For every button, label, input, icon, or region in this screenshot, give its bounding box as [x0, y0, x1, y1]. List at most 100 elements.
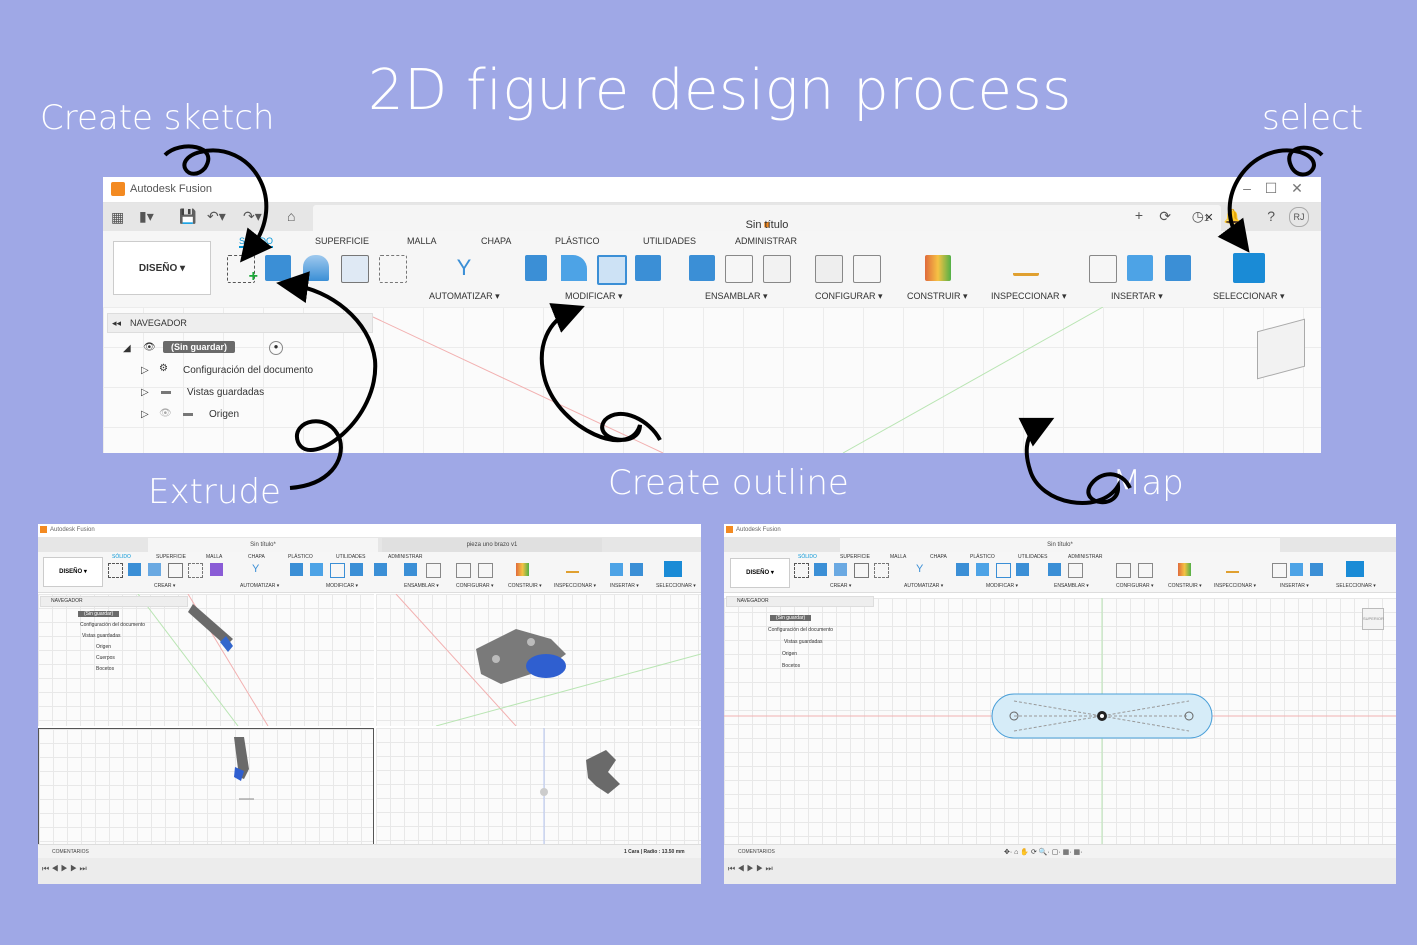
navigator-header[interactable]: ◂◂ NAVEGADOR	[107, 313, 373, 333]
fillet-icon[interactable]	[310, 563, 323, 576]
maximize-icon[interactable]: ☐	[1261, 180, 1281, 197]
navigator-header[interactable]: NAVEGADOR	[726, 596, 874, 607]
tab-mesh[interactable]: MALLA	[407, 236, 437, 246]
notifications-icon[interactable]: 🔔	[1224, 208, 1241, 225]
document-tab[interactable]: Sin título*	[148, 538, 378, 552]
group-insert[interactable]: INSERTAR ▾	[610, 583, 639, 589]
group-assemble[interactable]: ENSAMBLAR ▾	[404, 583, 439, 589]
insert-derive-icon[interactable]	[1089, 255, 1117, 283]
document-tab[interactable]: ■ Sin título ✕	[313, 205, 1221, 231]
tab-admin[interactable]: ADMINISTRAR	[735, 236, 797, 246]
nav-item-origin[interactable]: Origen	[209, 409, 239, 420]
expand-root-icon[interactable]: ◢	[123, 343, 131, 354]
root-component[interactable]: (Sin guardar)	[770, 615, 812, 621]
tab-admin[interactable]: ADMINISTRAR	[388, 554, 422, 560]
insert-image-icon[interactable]	[630, 563, 643, 576]
press-pull-icon[interactable]	[956, 563, 969, 576]
table-icon[interactable]	[1138, 563, 1153, 578]
revolve-icon[interactable]	[834, 563, 847, 576]
group-automate[interactable]: AUTOMATIZAR ▾	[904, 583, 943, 589]
hidden-eye-icon[interactable]: 👁	[159, 408, 172, 419]
tab-utilities[interactable]: UTILIDADES	[1018, 554, 1047, 560]
group-assemble[interactable]: ENSAMBLAR ▾	[1054, 583, 1089, 589]
press-pull-icon[interactable]	[525, 255, 547, 281]
tab-utilities[interactable]: UTILIDADES	[643, 236, 696, 246]
extrude-icon[interactable]	[814, 563, 827, 576]
press-pull-icon[interactable]	[290, 563, 303, 576]
tab-solid[interactable]: SÓLIDO	[239, 236, 274, 248]
group-select[interactable]: SELECCIONAR ▾	[1336, 583, 1376, 589]
nav-item-doc-settings[interactable]: Configuración del documento	[183, 365, 313, 376]
expand-config-icon[interactable]: ▷	[141, 365, 149, 376]
table-icon[interactable]	[478, 563, 493, 578]
insert-image-icon[interactable]	[1165, 255, 1191, 281]
group-inspect[interactable]: INSPECCIONAR ▾	[1214, 583, 1256, 589]
group-assemble[interactable]: ENSAMBLAR ▾	[705, 291, 768, 302]
joint-icon[interactable]	[725, 255, 753, 283]
group-insert[interactable]: INSERTAR ▾	[1111, 291, 1163, 302]
viewport-bottom-left[interactable]	[38, 728, 374, 854]
shell-icon[interactable]	[597, 255, 627, 285]
new-component-icon[interactable]	[689, 255, 715, 281]
tab-mesh[interactable]: MALLA	[890, 554, 906, 560]
insert-image-icon[interactable]	[1310, 563, 1323, 576]
nav-item-sketches[interactable]: Bocetos	[96, 666, 114, 672]
root-component[interactable]: (Sin guardar)	[78, 611, 120, 617]
select-icon[interactable]	[1233, 253, 1265, 283]
viewcube[interactable]: SUPERIOR	[1362, 608, 1384, 630]
configure-icon[interactable]	[815, 255, 843, 283]
group-create[interactable]: CREAR ▾	[830, 583, 851, 589]
construct-plane-icon[interactable]	[1178, 563, 1191, 576]
construct-plane-icon[interactable]	[925, 255, 951, 281]
measure-icon[interactable]	[566, 563, 579, 573]
document-tab[interactable]: Sin título*	[840, 538, 1280, 552]
automate-icon[interactable]: Y	[252, 563, 265, 576]
expand-views-icon[interactable]: ▷	[141, 387, 149, 398]
nav-item-saved-views[interactable]: Vistas guardadas	[82, 633, 121, 639]
revolve-icon[interactable]	[303, 255, 329, 281]
timeline-controls-icon[interactable]: ⏮ ◀ ▶ ▶ ⏭	[42, 864, 87, 874]
minimize-icon[interactable]: –	[1237, 180, 1257, 196]
fillet-icon[interactable]	[976, 563, 989, 576]
timeline[interactable]: ⏮ ◀ ▶ ▶ ⏭	[724, 858, 1396, 884]
help-icon[interactable]: ?	[1267, 208, 1275, 224]
group-modify[interactable]: MODIFICAR ▾	[565, 291, 623, 302]
select-icon[interactable]	[1346, 561, 1364, 577]
insert-mcmaster-icon[interactable]	[1127, 255, 1153, 281]
revolve-icon[interactable]	[148, 563, 161, 576]
tab-solid[interactable]: SÓLIDO	[112, 554, 131, 560]
form-icon[interactable]	[210, 563, 223, 576]
pattern-icon[interactable]	[379, 255, 407, 283]
bom-icon[interactable]	[763, 255, 791, 283]
group-configure[interactable]: CONFIGURAR ▾	[815, 291, 883, 302]
tab-solid[interactable]: SÓLIDO	[798, 554, 817, 560]
table-icon[interactable]	[853, 255, 881, 283]
home-icon[interactable]: ⌂	[287, 208, 295, 224]
group-construct[interactable]: CONSTRUIR ▾	[907, 291, 968, 302]
group-construct[interactable]: CONSTRUIR ▾	[1168, 583, 1202, 589]
tab-surface[interactable]: SUPERFICIE	[156, 554, 186, 560]
nav-item-bodies[interactable]: Cuerpos	[96, 655, 115, 661]
new-component-icon[interactable]	[1048, 563, 1061, 576]
create-sketch-icon[interactable]	[794, 563, 809, 578]
workspace-switcher[interactable]: DISEÑO ▾	[113, 241, 211, 295]
extrude-icon[interactable]	[128, 563, 141, 576]
insert-derive-icon[interactable]	[1272, 563, 1287, 578]
workspace-switcher[interactable]: DISEÑO ▾	[43, 557, 103, 587]
group-select[interactable]: SELECCIONAR ▾	[656, 583, 696, 589]
measure-icon[interactable]	[1013, 255, 1039, 276]
save-icon[interactable]: 💾	[179, 208, 196, 225]
job-status-icon[interactable]: ◷1	[1192, 208, 1209, 225]
group-select[interactable]: SELECCIONAR ▾	[1213, 291, 1285, 302]
tab-admin[interactable]: ADMINISTRAR	[1068, 554, 1102, 560]
extensions-icon[interactable]: ⟳	[1159, 208, 1171, 225]
split-icon[interactable]	[374, 563, 387, 576]
joint-icon[interactable]	[1068, 563, 1083, 578]
group-configure[interactable]: CONFIGURAR ▾	[456, 583, 494, 589]
workspace-switcher[interactable]: DISEÑO ▾	[730, 558, 790, 588]
navigator-header[interactable]: NAVEGADOR	[40, 596, 188, 607]
group-insert[interactable]: INSERTAR ▾	[1280, 583, 1309, 589]
nav-item-saved-views[interactable]: Vistas guardadas	[187, 387, 264, 398]
comments-label[interactable]: COMENTARIOS	[738, 849, 775, 855]
select-icon[interactable]	[664, 561, 682, 577]
